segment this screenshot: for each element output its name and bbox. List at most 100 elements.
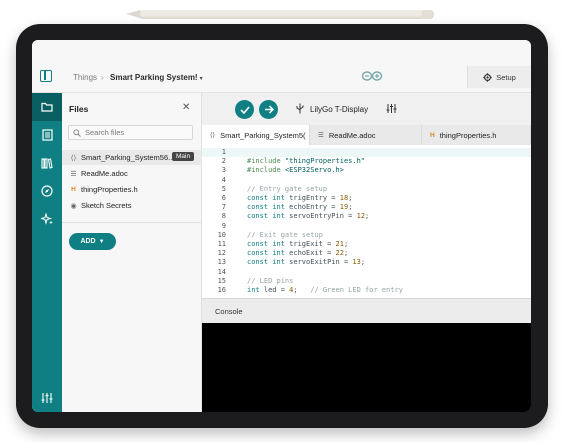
rail-assistant-button[interactable] — [32, 205, 62, 233]
code-text: // LED pins — [247, 276, 294, 285]
code-text: const int echoExit = 22; — [247, 249, 349, 258]
main-badge: Main — [172, 152, 195, 161]
rail-files-button[interactable] — [32, 93, 62, 121]
tab-label: Smart_Parking_System5( — [220, 130, 306, 140]
line-number: 5 — [221, 184, 226, 193]
chevron-down-icon: ▾ — [199, 76, 203, 82]
arrow-right-icon — [264, 105, 274, 114]
tab-readme[interactable]: ☰ ReadMe.adoc — [310, 125, 422, 145]
line-number: 2 — [221, 157, 226, 166]
tab-thingproperties[interactable]: H thingProperties.h — [422, 125, 531, 145]
library-icon — [41, 157, 53, 169]
editor-tabs: ⟨⟩ Smart_Parking_System5( ☰ ReadMe.adoc … — [202, 125, 531, 145]
code-editor[interactable]: 1 2 #include "thingProperties.h" 3 #include … — [202, 145, 531, 298]
code-line: 8 const int servoEntryPin = 12; — [202, 212, 531, 221]
code-line: 5 // Entry gate setup — [202, 185, 531, 194]
check-icon — [239, 105, 250, 114]
setup-label: Setup — [496, 72, 516, 82]
code-line: 11 const int trigExit = 21; — [202, 240, 531, 249]
app-screen: Things › Smart Parking System! ▾ Setup F… — [32, 40, 531, 412]
rail-libraries-button[interactable] — [32, 149, 62, 177]
files-panel-title: Files — [69, 104, 89, 114]
file-row-thingproperties[interactable]: H thingProperties.h — [62, 182, 202, 197]
verify-button[interactable] — [235, 100, 254, 119]
gear-icon — [483, 72, 492, 82]
line-number: 11 — [217, 240, 226, 248]
compass-icon — [41, 185, 53, 197]
header-icon: H — [430, 131, 435, 139]
line-number: 8 — [221, 212, 226, 221]
tab-main-sketch[interactable]: ⟨⟩ Smart_Parking_System5( — [202, 125, 310, 145]
code-icon: ⟨⟩ — [210, 132, 216, 139]
code-text: const int servoEntryPin = 12; — [247, 212, 370, 221]
line-number: 12 — [217, 249, 226, 258]
rail-settings-button[interactable] — [32, 384, 62, 412]
sketch-title[interactable]: Smart Parking System! ▾ — [110, 73, 203, 82]
code-text: #include <ESP32Servo.h> — [247, 166, 344, 175]
sidebar-toggle-icon[interactable] — [40, 70, 52, 82]
console-output — [202, 323, 531, 412]
code-line: 9 — [202, 222, 531, 231]
code-line: 10 // Exit gate setup — [202, 231, 531, 240]
sparkle-icon — [41, 213, 53, 225]
file-row-readme[interactable]: ☰ ReadMe.adoc — [62, 166, 202, 181]
line-number: 13 — [217, 258, 226, 267]
search-icon — [73, 128, 81, 137]
search-files-input[interactable] — [85, 128, 185, 137]
add-file-button[interactable]: ADD ▼ — [69, 233, 116, 250]
icon-rail — [32, 93, 62, 412]
line-number: 1 — [221, 148, 226, 156]
line-number: 10 — [217, 230, 226, 239]
console-label: Console — [215, 307, 243, 316]
code-line: 15 // LED pins — [202, 277, 531, 286]
code-text: // Exit gate setup — [247, 230, 323, 239]
code-text: const int trigEntry = 18; — [247, 194, 353, 202]
line-number: 4 — [221, 175, 226, 184]
files-divider — [62, 222, 202, 223]
header-icon: H — [71, 186, 76, 193]
tab-label: ReadMe.adoc — [328, 130, 376, 140]
search-box — [68, 125, 193, 140]
code-text: const int trigExit = 21; — [247, 240, 349, 248]
code-line: 4 — [202, 176, 531, 185]
files-panel: Files ✕ ⟨⟩ Smart_Parking_System56... Mai… — [62, 93, 202, 412]
line-number: 3 — [221, 166, 226, 175]
setup-button[interactable]: Setup — [467, 66, 531, 88]
code-line: 1 — [202, 148, 531, 157]
console-header[interactable]: Console — [202, 298, 531, 323]
rail-examples-button[interactable] — [32, 177, 62, 205]
pencil-decoration — [126, 8, 437, 20]
file-row-secrets[interactable]: ◉ Sketch Secrets — [62, 198, 202, 213]
rail-sketchbook-button[interactable] — [32, 121, 62, 149]
arduino-logo-icon — [361, 71, 383, 81]
code-line: 2 #include "thingProperties.h" — [202, 157, 531, 166]
eye-icon: ◉ — [70, 202, 77, 210]
chevron-down-icon: ▼ — [98, 238, 105, 245]
folder-icon — [41, 102, 53, 112]
add-label: ADD — [80, 238, 96, 245]
file-row-main-sketch[interactable]: ⟨⟩ Smart_Parking_System56... Main — [62, 150, 202, 165]
breadcrumb-things[interactable]: Things — [73, 73, 97, 82]
code-line: 14 — [202, 268, 531, 277]
line-number: 9 — [221, 221, 226, 230]
file-name: thingProperties.h — [81, 185, 138, 194]
sketch-title-text: Smart Parking System! — [110, 73, 198, 82]
code-line: 3 #include <ESP32Servo.h> — [202, 166, 531, 175]
breadcrumb-separator: › — [101, 73, 104, 82]
close-icon[interactable]: ✕ — [182, 102, 190, 113]
tab-label: thingProperties.h — [439, 130, 497, 140]
top-bar: Things › Smart Parking System! ▾ Setup — [32, 40, 531, 93]
code-text: #include "thingProperties.h" — [247, 157, 366, 166]
code-text: const int echoEntry = 19; — [247, 203, 353, 212]
usb-icon — [296, 103, 304, 114]
pencil-tip — [126, 10, 140, 18]
editor-toolbar: LilyGo T-Display — [202, 93, 531, 125]
upload-button[interactable] — [259, 100, 278, 119]
serial-monitor-icon[interactable] — [386, 103, 397, 114]
line-number: 6 — [221, 194, 226, 202]
file-name: Smart_Parking_System56... — [81, 153, 175, 162]
line-number: 16 — [217, 286, 226, 294]
line-number: 15 — [217, 276, 226, 285]
board-selector[interactable]: LilyGo T-Display — [310, 105, 368, 114]
pencil-body — [140, 10, 422, 19]
